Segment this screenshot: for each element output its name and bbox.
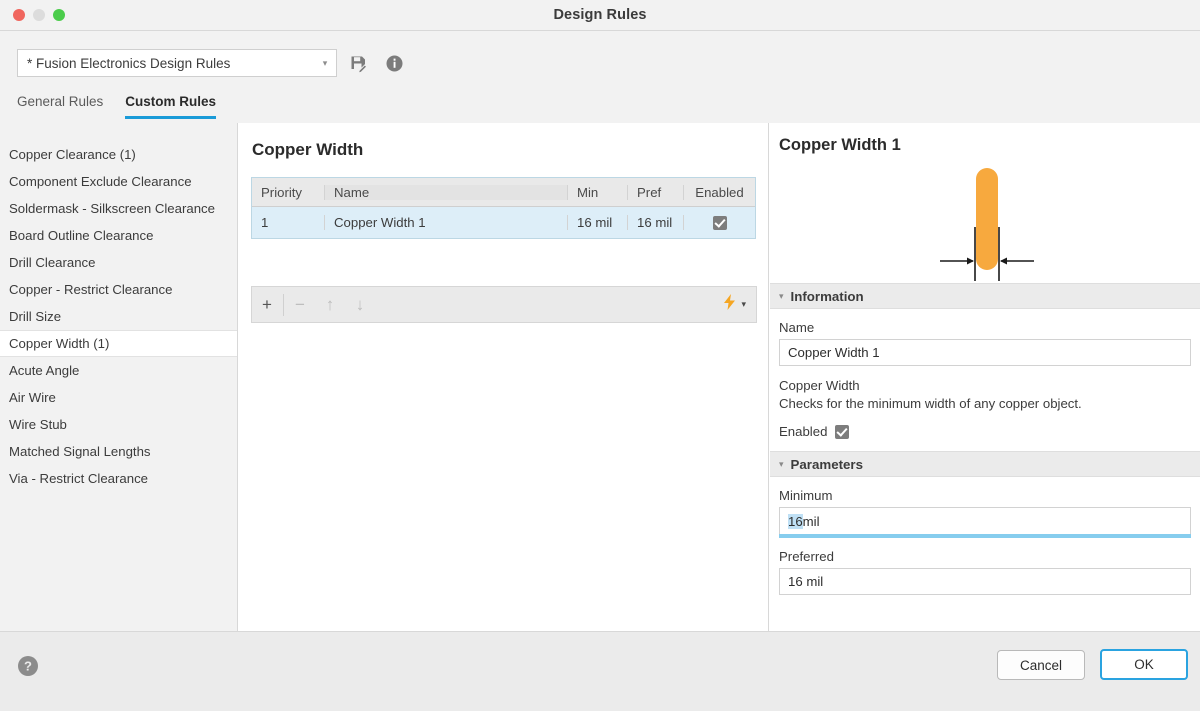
table-row[interactable]: 1 Copper Width 1 16 mil 16 mil (252, 207, 755, 238)
sidebar-item-air-wire[interactable]: Air Wire (0, 384, 237, 411)
ruleset-select-value: * Fusion Electronics Design Rules (27, 55, 231, 71)
sidebar-item-matched-signal-lengths[interactable]: Matched Signal Lengths (0, 438, 237, 465)
tab-bar: General Rules Custom Rules (17, 94, 217, 119)
cell-priority: 1 (261, 215, 269, 230)
enabled-row: Enabled (779, 424, 1200, 439)
sidebar-item-copper-clearance[interactable]: Copper Clearance (1) (0, 141, 237, 168)
sidebar-item-wire-stub[interactable]: Wire Stub (0, 411, 237, 438)
cell-name: Copper Width 1 (324, 215, 567, 230)
information-section-header[interactable]: ▾ Information (770, 283, 1200, 309)
enabled-checkbox[interactable] (835, 424, 850, 439)
minimum-input-unit: mil (802, 513, 820, 529)
title-bar: Design Rules (0, 0, 1200, 31)
save-edit-icon[interactable] (348, 53, 368, 73)
name-field-label: Name (779, 320, 815, 335)
detail-title: Copper Width 1 (779, 136, 901, 154)
name-input-value: Copper Width 1 (788, 345, 880, 360)
toolbar-divider (283, 293, 284, 316)
minimum-input-focus-underline (779, 534, 1191, 539)
column-header-pref[interactable]: Pref (627, 184, 683, 200)
tab-custom-rules[interactable]: Custom Rules (125, 94, 217, 119)
add-rule-button[interactable]: + (252, 287, 282, 322)
design-rules-window: Design Rules * Fusion Electronics Design… (0, 0, 1200, 711)
information-section-label: Information (790, 288, 864, 304)
move-down-button[interactable]: ↓ (345, 287, 375, 322)
table-header-row: Priority Name Min Pref Enabled (252, 178, 755, 207)
row-enabled-checkbox[interactable] (712, 216, 727, 231)
panel-title: Copper Width (252, 140, 364, 159)
ok-button[interactable]: OK (1100, 649, 1188, 680)
svg-text:?: ? (24, 659, 32, 674)
lightning-bolt-icon[interactable] (722, 294, 737, 315)
help-icon[interactable]: ? (17, 655, 39, 682)
body: Copper Clearance (1) Component Exclude C… (0, 123, 1200, 631)
sidebar-item-copper-restrict-clearance[interactable]: Copper - Restrict Clearance (0, 276, 237, 303)
preferred-input[interactable]: 16 mil (779, 568, 1191, 596)
rule-description: Copper Width Checks for the minimum widt… (779, 377, 1200, 413)
move-up-button[interactable]: ↑ (315, 287, 345, 322)
remove-rule-button[interactable]: − (285, 287, 315, 322)
toolbar-right-group: ▾ (722, 294, 756, 315)
column-header-priority[interactable]: Priority (252, 185, 324, 200)
minimum-field-label: Minimum (779, 488, 833, 504)
cell-enabled (683, 214, 755, 231)
sidebar-item-board-outline-clearance[interactable]: Board Outline Clearance (0, 222, 237, 249)
sidebar-item-drill-size[interactable]: Drill Size (0, 303, 237, 330)
caret-down-icon: ▾ (779, 458, 784, 469)
chevron-down-icon: ▾ (322, 57, 328, 68)
rule-description-text: Checks for the minimum width of any copp… (779, 396, 1082, 412)
name-input[interactable]: Copper Width 1 (779, 339, 1191, 366)
sidebar-item-drill-clearance[interactable]: Drill Clearance (0, 249, 237, 276)
minimum-input-selected-text: 16 (788, 513, 803, 529)
caret-down-icon: ▾ (779, 290, 784, 301)
rules-sidebar: Copper Clearance (1) Component Exclude C… (0, 123, 238, 631)
parameters-section-label: Parameters (790, 456, 863, 472)
sidebar-item-component-exclude-clearance[interactable]: Component Exclude Clearance (0, 168, 237, 195)
sidebar-item-soldermask-silkscreen-clearance[interactable]: Soldermask - Silkscreen Clearance (0, 195, 237, 222)
rule-detail-panel: Copper Width 1 ▾ Information Name Copper… (770, 123, 1200, 631)
rules-toolbar: + − ↑ ↓ ▾ (251, 286, 757, 323)
sidebar-item-via-restrict-clearance[interactable]: Via - Restrict Clearance (0, 465, 237, 492)
sidebar-item-acute-angle[interactable]: Acute Angle (0, 357, 237, 384)
cell-min: 16 mil (567, 215, 627, 230)
chevron-down-icon[interactable]: ▾ (741, 299, 746, 310)
header-toolbar: * Fusion Electronics Design Rules ▾ Gene… (0, 31, 1200, 123)
sidebar-item-copper-width[interactable]: Copper Width (1) (0, 330, 237, 357)
rule-description-title: Copper Width (779, 378, 860, 393)
rule-list-panel: Copper Width Priority Name Min Pref Enab… (239, 123, 769, 631)
cell-pref: 16 mil (627, 215, 683, 230)
copper-width-diagram (770, 163, 1200, 283)
ruleset-select[interactable]: * Fusion Electronics Design Rules ▾ (17, 49, 337, 77)
column-header-name[interactable]: Name (324, 184, 567, 200)
preferred-field-label: Preferred (779, 549, 834, 565)
cancel-button[interactable]: Cancel (997, 650, 1085, 680)
column-header-enabled[interactable]: Enabled (683, 184, 755, 200)
info-icon[interactable] (384, 53, 404, 73)
parameters-section-header[interactable]: ▾ Parameters (770, 451, 1200, 478)
column-header-min[interactable]: Min (567, 184, 627, 200)
rules-table: Priority Name Min Pref Enabled 1 Copper … (251, 177, 756, 239)
preferred-input-value: 16 mil (788, 574, 824, 590)
enabled-label: Enabled (779, 424, 828, 440)
window-title: Design Rules (553, 7, 647, 23)
tab-general-rules[interactable]: General Rules (17, 94, 103, 119)
minimum-input[interactable]: 16 mil (779, 507, 1191, 535)
